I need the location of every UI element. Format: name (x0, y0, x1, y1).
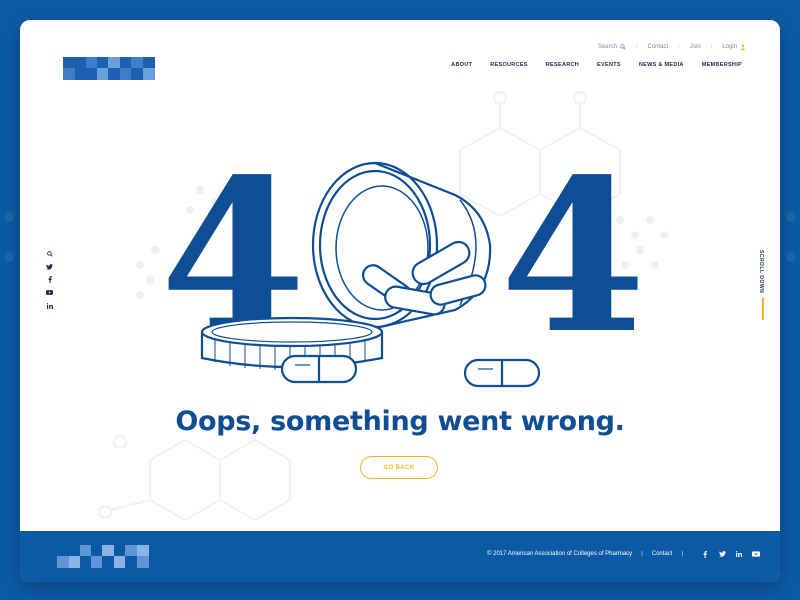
nav-research[interactable]: RESEARCH (546, 62, 579, 68)
footer-logo[interactable] (57, 545, 149, 568)
login-link[interactable]: Login (722, 44, 746, 50)
divider: | (678, 44, 680, 50)
footer: © 2017 American Association of Colleges … (20, 531, 780, 582)
page-card: Search | Contact | Join | Login ABOUT RE… (20, 20, 780, 582)
main-nav: ABOUT RESOURCES RESEARCH EVENTS NEWS & M… (433, 62, 742, 68)
footer-contact-link[interactable]: Contact (652, 551, 673, 557)
nav-events[interactable]: EVENTS (597, 62, 621, 68)
footer-links: © 2017 American Association of Colleges … (487, 550, 760, 558)
nav-about[interactable]: ABOUT (451, 62, 472, 68)
left-social-rail (46, 250, 53, 309)
search-icon[interactable] (46, 250, 53, 257)
pill-outside-right (463, 358, 541, 388)
pill-outside-left (280, 354, 358, 384)
divider: | (681, 551, 683, 557)
search-link[interactable]: Search (598, 44, 626, 50)
error-message: Oops, something went wrong. (175, 406, 625, 437)
scroll-indicator[interactable]: SCROLL DOWN (758, 250, 768, 320)
search-label: Search (597, 44, 617, 50)
facebook-icon[interactable] (701, 550, 709, 558)
nav-resources[interactable]: RESOURCES (490, 62, 528, 68)
user-icon (740, 44, 746, 50)
login-label: Login (722, 44, 737, 50)
digit-four-right: 4 (500, 140, 646, 380)
go-back-button[interactable]: GO BACK (360, 456, 438, 479)
search-icon (620, 44, 626, 50)
linkedin-icon[interactable] (46, 302, 53, 309)
youtube-icon[interactable] (46, 289, 53, 296)
linkedin-icon[interactable] (735, 550, 743, 558)
youtube-icon[interactable] (752, 550, 760, 558)
facebook-icon[interactable] (46, 276, 53, 283)
divider: | (710, 44, 713, 50)
scroll-bar (762, 298, 764, 320)
contact-link[interactable]: Contact (647, 44, 668, 50)
copyright-text: © 2017 American Association of Colleges … (487, 551, 633, 557)
twitter-icon[interactable] (718, 550, 726, 558)
hero-404-illustration: 4 4 (136, 140, 669, 388)
twitter-icon[interactable] (46, 263, 53, 270)
scroll-label: SCROLL DOWN (758, 250, 764, 294)
pill-bottle-icon (311, 161, 492, 329)
utility-nav: Search | Contact | Join | Login (598, 44, 746, 50)
divider: | (641, 551, 643, 557)
divider: | (635, 44, 638, 50)
nav-news-media[interactable]: NEWS & MEDIA (639, 62, 684, 68)
join-link[interactable]: Join (690, 44, 701, 50)
nav-membership[interactable]: MEMBERSHIP (702, 62, 742, 68)
site-logo[interactable] (63, 57, 155, 80)
